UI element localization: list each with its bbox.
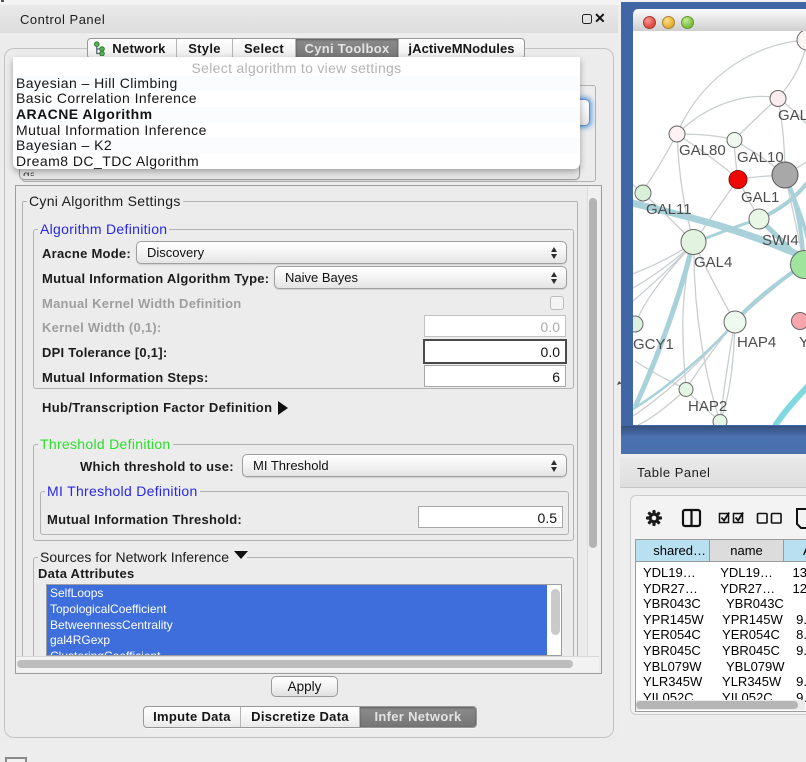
svg-text:GAL4: GAL4: [694, 254, 732, 271]
svg-text:Y: Y: [799, 334, 806, 351]
svg-text:GAL1: GAL1: [741, 189, 779, 206]
svg-text:GCY1: GCY1: [633, 336, 674, 353]
svg-text:GAL10: GAL10: [737, 149, 784, 166]
svg-text:GAL7: GAL7: [778, 107, 806, 124]
svg-text:SWI4: SWI4: [762, 232, 799, 249]
svg-text:HAP2: HAP2: [688, 398, 727, 415]
svg-text:GAL80: GAL80: [679, 142, 726, 159]
svg-text:GAL11: GAL11: [646, 201, 692, 218]
svg-text:HAP4: HAP4: [737, 334, 776, 351]
